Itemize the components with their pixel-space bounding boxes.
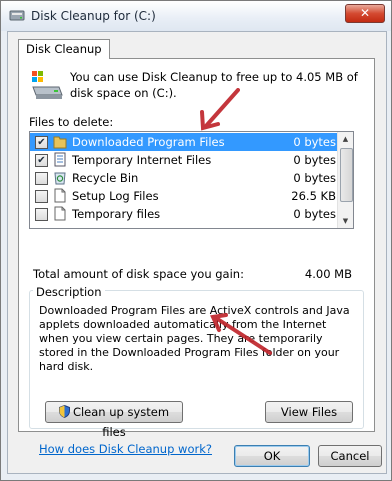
description-label: Description [33,285,105,299]
view-files-button[interactable]: View Files [265,401,353,423]
scroll-thumb[interactable] [340,148,353,202]
checkbox[interactable] [35,208,48,221]
tab-panel: You can use Disk Cleanup to free up to 4… [18,58,375,439]
title-bar[interactable]: Disk Cleanup for (C:) ✕ [1,1,391,31]
file-name: Setup Log Files [72,189,159,203]
ok-button[interactable]: OK [234,445,310,467]
list-item[interactable]: ✔ Downloaded Program Files 0 bytes [30,133,340,151]
document-icon [54,152,66,167]
checkbox[interactable]: ✔ [35,154,48,167]
disk-cleanup-window: Disk Cleanup for (C:) ✕ Disk Cleanup You… [0,0,392,481]
file-icon [54,188,66,203]
file-size: 0 bytes [293,153,336,167]
scroll-down-arrow-icon[interactable]: ▼ [338,214,353,228]
recycle-bin-icon [54,172,66,185]
disk-cleanup-header-icon [32,71,63,99]
list-item[interactable]: Setup Log Files 26.5 KB [30,187,340,205]
list-item[interactable]: ✔ Temporary Internet Files 0 bytes [30,151,340,169]
scroll-up-arrow-icon[interactable]: ▲ [338,132,353,146]
uac-shield-icon [58,405,70,418]
cancel-button[interactable]: Cancel [318,445,382,467]
file-name: Temporary Internet Files [72,153,212,167]
list-item[interactable]: Recycle Bin 0 bytes [30,169,340,187]
description-text: Downloaded Program Files are ActiveX con… [39,304,350,373]
file-size: 0 bytes [293,171,336,185]
total-space-label: Total amount of disk space you gain: [33,267,244,281]
list-scrollbar[interactable]: ▲ ▼ [337,132,353,228]
files-listbox[interactable]: ✔ Downloaded Program Files 0 bytes ✔ Tem… [29,131,354,229]
file-size: 26.5 KB [291,189,336,203]
file-icon [54,206,66,221]
checkbox[interactable] [35,190,48,203]
disk-cleanup-icon [9,10,25,21]
file-name: Recycle Bin [72,171,139,185]
checkbox[interactable] [35,172,48,185]
file-size: 0 bytes [293,135,336,149]
file-name: Downloaded Program Files [72,135,225,149]
window-title: Disk Cleanup for (C:) [31,9,156,23]
clean-up-system-files-button[interactable]: Clean up system files [45,401,183,439]
total-space-value: 4.00 MB [304,267,352,281]
intro-text: You can use Disk Cleanup to free up to 4… [70,70,358,100]
clean-up-system-files-label: Clean up system files [72,405,170,439]
dialog-body: Disk Cleanup You can use Disk Cleanup to… [7,31,387,474]
help-link[interactable]: How does Disk Cleanup work? [39,442,212,456]
file-name: Temporary files [72,207,161,221]
list-item[interactable]: Temporary files 0 bytes [30,205,340,223]
files-to-delete-label: Files to delete: [29,115,114,129]
close-button[interactable]: ✕ [345,4,385,23]
checkbox[interactable]: ✔ [35,136,48,149]
tab-disk-cleanup[interactable]: Disk Cleanup [18,39,110,59]
folder-icon [53,136,67,149]
file-size: 0 bytes [293,207,336,221]
